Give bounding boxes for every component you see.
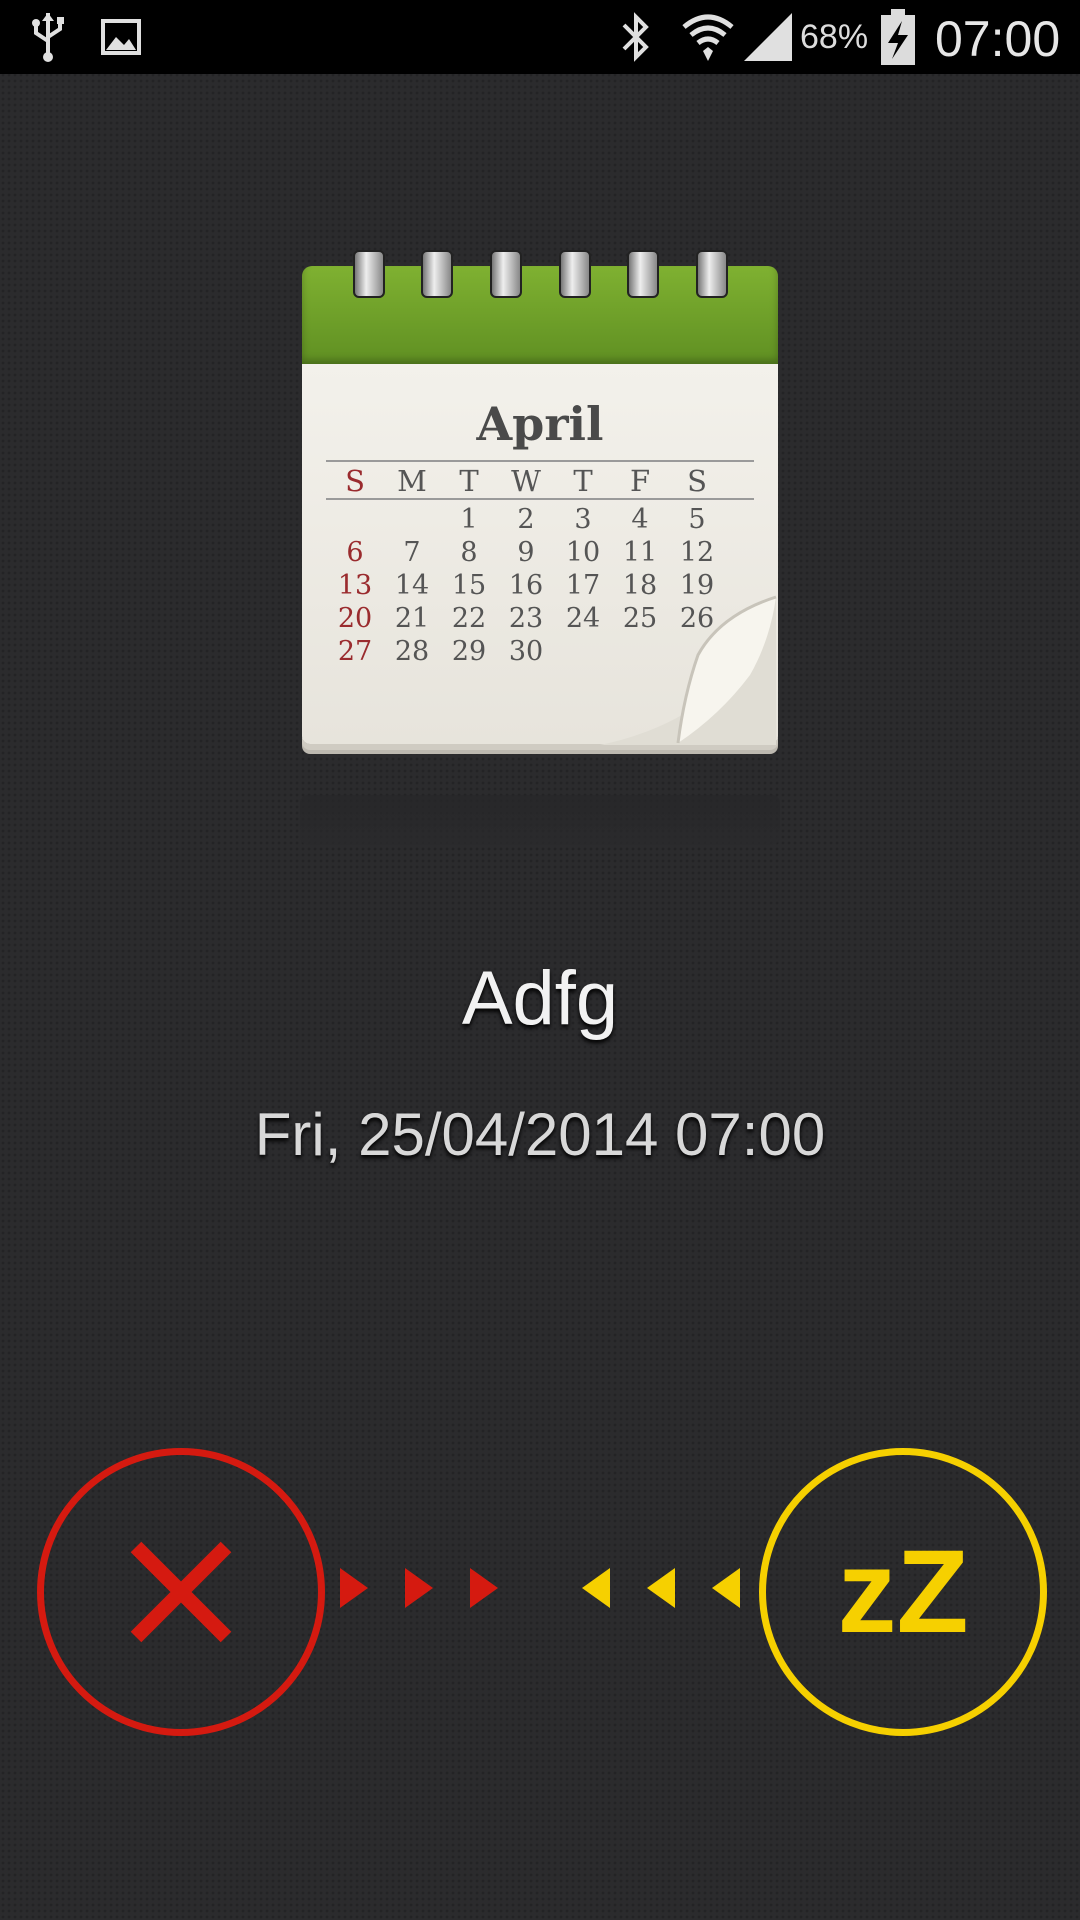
calendar-day: 3 (574, 504, 592, 535)
calendar-day: 7 (403, 537, 421, 568)
calendar-day: 27 (337, 636, 373, 667)
calendar-day: 8 (460, 537, 478, 568)
calendar-day: 30 (508, 636, 544, 667)
status-time: 07:00 (935, 11, 1061, 67)
calendar-day: 20 (337, 603, 373, 634)
battery-percent: 68% (800, 18, 869, 56)
signal-icon (742, 0, 794, 74)
battery-charging-icon (878, 0, 918, 74)
snooze-button[interactable]: zZ (759, 1448, 1047, 1736)
alarm-datetime: Fri, 25/04/2014 07:00 (254, 1101, 826, 1168)
calendar-month: April (476, 397, 604, 451)
calendar-rule (326, 460, 754, 462)
ring-icon (627, 250, 659, 298)
page-curl-icon (600, 595, 777, 745)
snooze-label: zZ (837, 1526, 969, 1658)
calendar-day: 23 (508, 603, 544, 634)
calendar-day: 5 (688, 504, 706, 535)
status-bar: 68% 07:00 (0, 0, 1080, 74)
calendar-reflection (300, 795, 780, 845)
swipe-left-arrow-icon (712, 1568, 740, 1608)
close-icon (130, 1541, 232, 1643)
calendar-day: 1 (460, 504, 478, 535)
weekday-header: T (573, 464, 593, 498)
calendar-day: 12 (679, 537, 715, 568)
calendar-rule (326, 498, 754, 500)
weekday-header: T (459, 464, 479, 498)
calendar-day: 22 (451, 603, 487, 634)
swipe-right-arrow-icon (405, 1568, 433, 1608)
swipe-left-arrow-icon (647, 1568, 675, 1608)
calendar-day: 15 (451, 570, 487, 601)
dismiss-button[interactable] (37, 1448, 325, 1736)
calendar-day: 9 (517, 537, 535, 568)
calendar-day: 6 (346, 537, 364, 568)
calendar-day: 14 (394, 570, 430, 601)
calendar-day: 11 (622, 537, 658, 568)
calendar-day: 10 (565, 537, 601, 568)
bluetooth-icon (618, 0, 654, 74)
usb-icon (30, 0, 66, 74)
calendar-day: 16 (508, 570, 544, 601)
weekday-header: F (629, 464, 651, 498)
wifi-icon (680, 0, 736, 74)
weekday-header: S (687, 464, 707, 498)
swipe-left-arrow-icon (582, 1568, 610, 1608)
weekday-header: M (397, 464, 427, 498)
ring-icon (353, 250, 385, 298)
ring-icon (421, 250, 453, 298)
calendar-day: 4 (631, 504, 649, 535)
calendar-day: 21 (394, 603, 430, 634)
calendar-day: 29 (451, 636, 487, 667)
calendar-day: 28 (394, 636, 430, 667)
alarm-label: Adfg (461, 956, 619, 1041)
calendar-day: 2 (517, 504, 535, 535)
swipe-right-arrow-icon (340, 1568, 368, 1608)
image-icon (100, 0, 142, 74)
calendar-day: 13 (337, 570, 373, 601)
weekday-header: W (511, 464, 541, 498)
weekday-header: S (345, 464, 365, 498)
ring-icon (490, 250, 522, 298)
ring-icon (559, 250, 591, 298)
ring-icon (696, 250, 728, 298)
swipe-right-arrow-icon (470, 1568, 498, 1608)
